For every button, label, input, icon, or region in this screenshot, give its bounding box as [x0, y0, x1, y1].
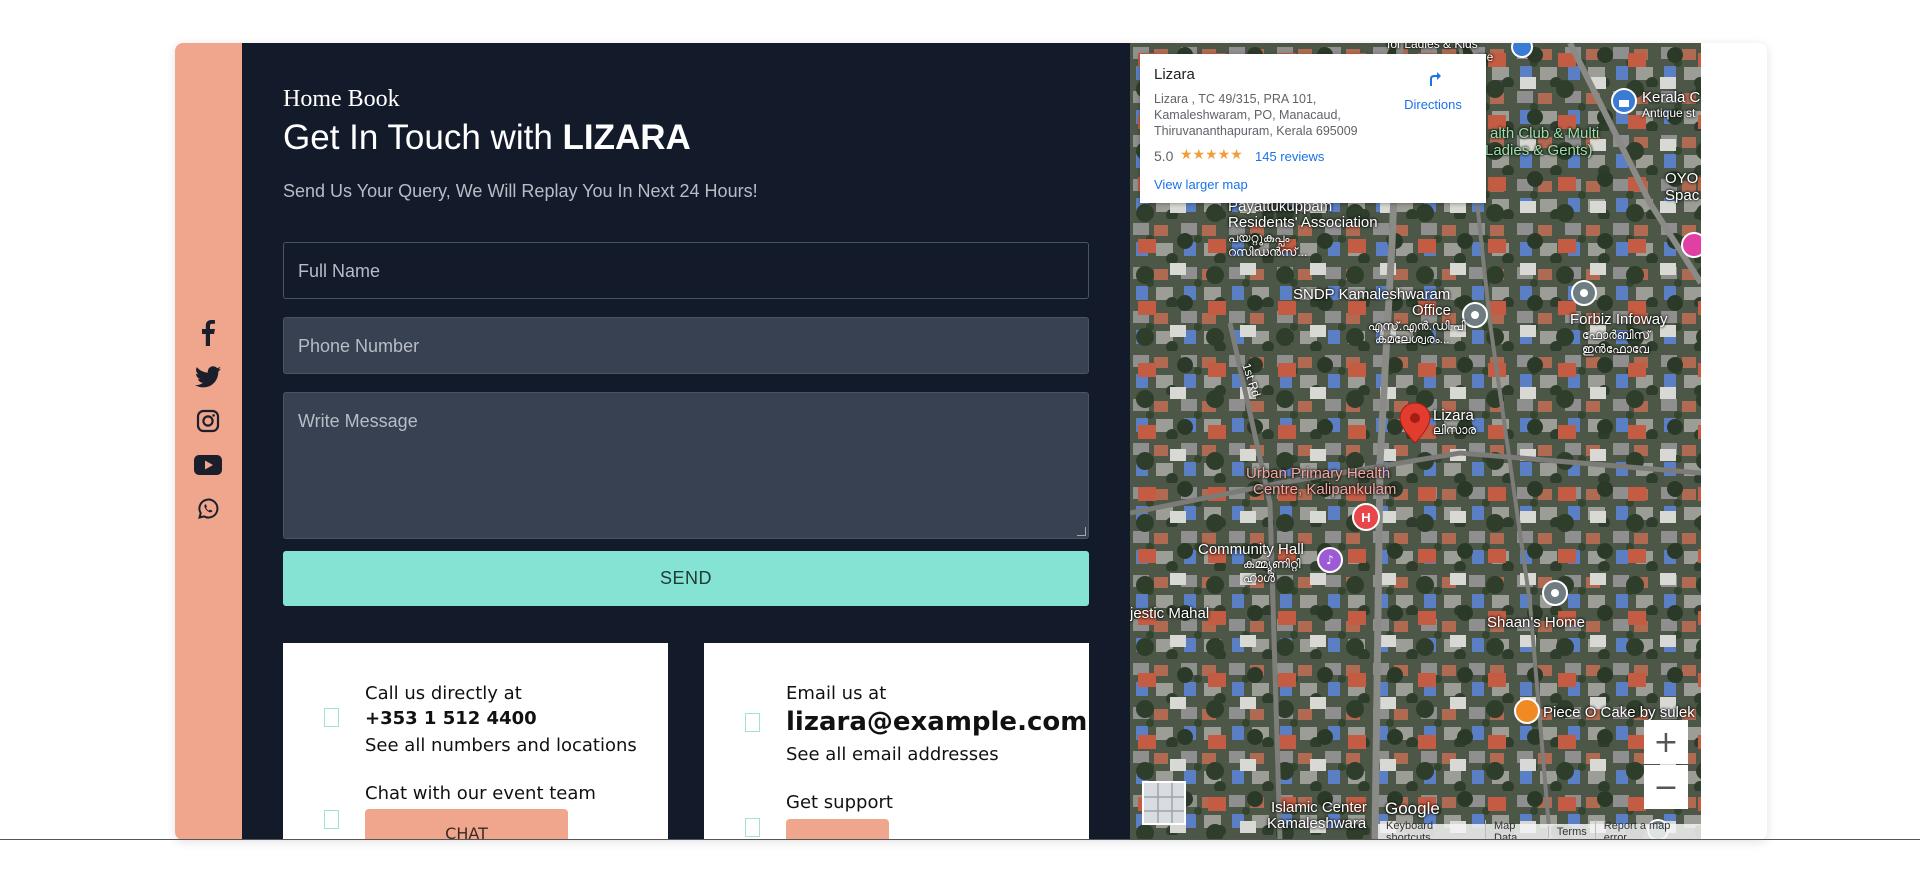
call-phone-number[interactable]: +353 1 512 4400 — [365, 708, 537, 729]
place-pin[interactable] — [1462, 302, 1488, 328]
google-logo: Google — [1385, 799, 1440, 818]
place-pin[interactable] — [1542, 580, 1568, 606]
rating-stars: ★★★★★ — [1180, 147, 1243, 163]
map-label: Shaan's Home — [1487, 614, 1585, 631]
directions-icon — [1423, 69, 1443, 89]
music-pin[interactable]: ♪ — [1317, 547, 1343, 573]
map-label: ഹാൾ — [1243, 571, 1275, 585]
place-pin[interactable] — [1511, 43, 1533, 58]
whatsapp-icon[interactable] — [193, 494, 223, 524]
title-prefix: Get In Touch with — [283, 118, 563, 157]
shop-pin[interactable] — [1681, 232, 1701, 258]
zoom-out-icon: − — [1653, 769, 1679, 805]
phone-number-input[interactable]: Phone Number — [283, 317, 1089, 374]
map-label: ഇൻഫോവേ — [1582, 342, 1649, 356]
call-label: Call us directly at — [365, 683, 522, 704]
send-button[interactable]: SEND — [283, 551, 1089, 606]
map-label: Spac — [1665, 187, 1700, 204]
map-label: പയറ്റുകുപ്പം — [1228, 231, 1290, 245]
map-label: Centre, Kalipankulam — [1253, 481, 1397, 498]
facebook-icon[interactable] — [193, 318, 223, 348]
chat-button[interactable]: CHAT — [365, 809, 568, 840]
map-label: OYO — [1665, 170, 1699, 187]
instagram-icon[interactable] — [193, 406, 223, 436]
map-label: SNDP Kamaleshwaram — [1293, 286, 1451, 303]
report-map-error-link[interactable]: Report a map error — [1594, 820, 1701, 840]
map-label: Community Hall — [1198, 541, 1304, 558]
map-embed[interactable]: H ♪ for Ladies & Kids ore Kerala C Antiq… — [1130, 43, 1701, 840]
directions-button[interactable]: Directions — [1385, 68, 1481, 112]
contact-form-panel: Home Book Get In Touch with LIZARA Send … — [242, 43, 1130, 840]
email-address[interactable]: lizara@example.com — [786, 707, 1087, 737]
message-textarea[interactable]: Write Message — [283, 392, 1089, 539]
map-thumbnail-icon — [1144, 783, 1184, 823]
see-all-emails-link[interactable]: See all email addresses — [786, 744, 999, 765]
support-label: Get support — [786, 792, 893, 813]
hospital-pin[interactable]: H — [1352, 503, 1380, 531]
place-name: Lizara — [1154, 66, 1195, 83]
map-label: jestic Mahal — [1130, 605, 1210, 622]
place-address: Lizara , TC 49/315, PRA 101, Kamaleshwar… — [1154, 92, 1358, 138]
terms-link[interactable]: Terms — [1547, 826, 1595, 838]
map-label: Kerala C — [1642, 89, 1701, 106]
map-label: കമ്മ്യൂണിറ്റി — [1243, 557, 1301, 571]
zoom-in-button[interactable]: + — [1644, 720, 1688, 764]
call-checkbox[interactable] — [324, 708, 339, 727]
place-info-card: Lizara Lizara , TC 49/315, PRA 101, Kama… — [1140, 54, 1486, 203]
place-pin[interactable] — [1571, 280, 1597, 306]
map-label: Urban Primary Health — [1246, 465, 1391, 482]
reviews-link[interactable]: 145 reviews — [1255, 149, 1324, 164]
map-label: റസിഡൻസ്... — [1228, 245, 1308, 259]
support-checkbox[interactable] — [745, 818, 760, 837]
svg-text:♪: ♪ — [1326, 553, 1334, 567]
restaurant-pin[interactable] — [1514, 698, 1540, 724]
chat-label: Chat with our event team — [365, 783, 596, 804]
map-label: Kamaleshwara — [1267, 815, 1367, 832]
map-label: for Ladies & Kids — [1387, 43, 1478, 51]
twitter-icon[interactable] — [193, 362, 223, 392]
map-label: Lizara — [1433, 407, 1474, 424]
map-data-link[interactable]: Map Data — [1485, 820, 1548, 840]
chat-checkbox[interactable] — [324, 810, 339, 829]
see-all-numbers-link[interactable]: See all numbers and locations — [365, 735, 637, 756]
map-label: Forbiz Infoway — [1570, 311, 1668, 328]
page-divider — [0, 839, 1920, 840]
map-label: ലിസാര — [1433, 423, 1476, 437]
form-subtitle: Send Us Your Query, We Will Replay You I… — [283, 181, 758, 201]
place-rating: 5.0 — [1154, 148, 1174, 164]
lock-pin[interactable] — [1611, 88, 1637, 114]
title-brand: LIZARA — [562, 118, 691, 157]
zoom-in-icon: + — [1653, 724, 1679, 760]
youtube-icon[interactable] — [193, 450, 223, 480]
map-label: Islamic Center — [1271, 799, 1367, 816]
map-label: alth Club & Multi — [1490, 125, 1600, 142]
support-button[interactable]: SUPPORT — [786, 819, 889, 840]
zoom-out-button[interactable]: − — [1644, 765, 1688, 809]
brand-name: Home Book — [283, 86, 400, 112]
map-type-thumbnail[interactable] — [1142, 781, 1186, 825]
email-label: Email us at — [786, 683, 887, 704]
contact-card: Home Book Get In Touch with LIZARA Send … — [175, 43, 1767, 840]
map-label: ഫോർബിസ് — [1582, 328, 1651, 342]
social-sidebar — [175, 43, 242, 840]
map-label: Residents' Association — [1228, 214, 1378, 231]
email-checkbox[interactable] — [745, 713, 760, 732]
view-larger-map-link[interactable]: View larger map — [1154, 177, 1248, 192]
resize-handle[interactable] — [1077, 527, 1086, 536]
map-label: Ladies & Gents) — [1485, 142, 1593, 159]
map-label: Office — [1412, 302, 1451, 319]
full-name-input[interactable]: Full Name — [283, 242, 1089, 299]
message-placeholder: Write Message — [298, 411, 418, 431]
email-info-card: Email us at lizara@example.com See all e… — [704, 643, 1089, 840]
page-title: Get In Touch with LIZARA — [283, 118, 691, 158]
keyboard-shortcuts-link[interactable]: Keyboard shortcuts — [1378, 820, 1485, 840]
map-footer: Keyboard shortcuts Map Data Terms Report… — [1378, 820, 1701, 840]
svg-text:H: H — [1361, 510, 1370, 525]
directions-label: Directions — [1404, 97, 1462, 112]
map-label: Antique st — [1642, 106, 1696, 120]
map-label: കമലേശ്വരം... — [1375, 332, 1450, 346]
map-label: Piece O Cake by sulek — [1543, 704, 1695, 721]
call-info-card: Call us directly at +353 1 512 4400 See … — [283, 643, 668, 840]
